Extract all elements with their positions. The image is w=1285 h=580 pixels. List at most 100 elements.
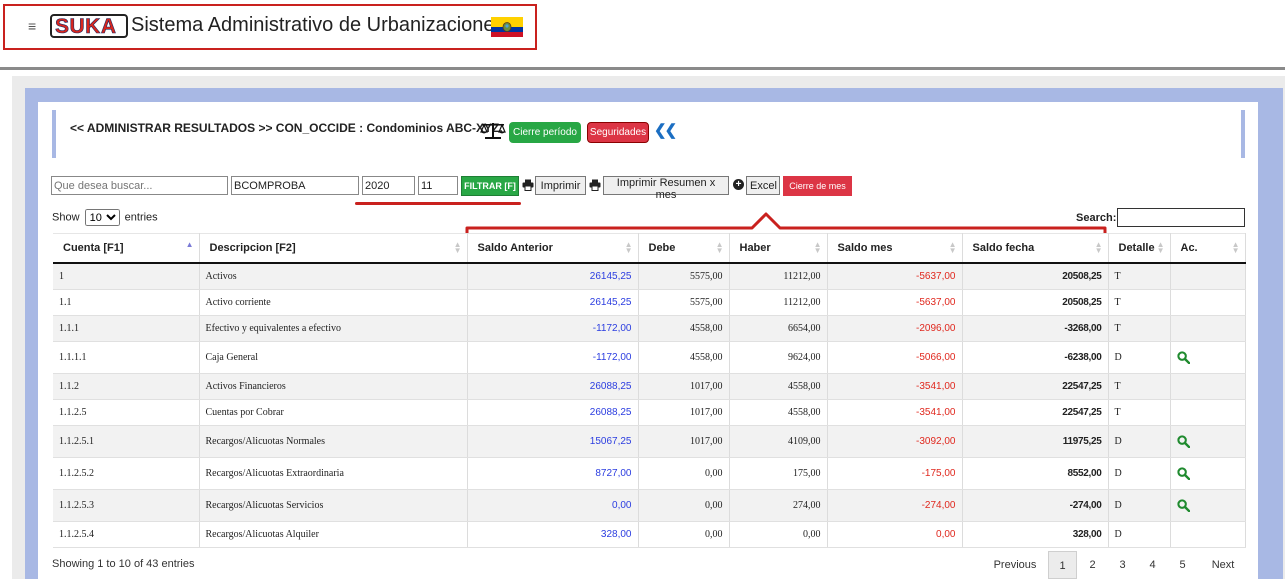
column-header[interactable]: Saldo Anterior ▲ ▼: [467, 233, 639, 264]
table-row[interactable]: 1.1.2 Activos Financieros 26088,25 1017,00 4…: [53, 373, 1246, 400]
table-name-field[interactable]: [231, 176, 359, 195]
cell-saldo-mes: -3541,00: [827, 399, 963, 426]
column-header[interactable]: Detalle ▲ ▼: [1108, 233, 1171, 264]
cell-haber: 9624,00: [729, 341, 828, 374]
cell-descripcion: Caja General: [199, 341, 468, 374]
cell-saldo-anterior: 26088,25: [467, 373, 639, 400]
search-icon[interactable]: [1176, 466, 1190, 480]
pagination-page[interactable]: 1: [1048, 551, 1077, 579]
balance-scale-icon[interactable]: [480, 120, 506, 140]
cell-action: [1170, 373, 1246, 400]
cell-saldo-fecha: 11975,25: [962, 425, 1109, 458]
column-header[interactable]: Descripcion [F2] ▲ ▼: [199, 233, 468, 264]
pagination-page[interactable]: 5: [1168, 551, 1197, 579]
cell-haber: 274,00: [729, 489, 828, 522]
cell-descripcion: Activos: [199, 263, 468, 290]
cierre-periodo-button[interactable]: Cierre período: [509, 122, 581, 143]
cell-saldo-anterior: -1172,00: [467, 341, 639, 374]
cell-haber: 4109,00: [729, 425, 828, 458]
print-button[interactable]: Imprimir: [535, 176, 586, 195]
table-row[interactable]: 1.1.1.1 Caja General -1172,00 4558,00 9624,0…: [53, 341, 1246, 374]
entries-select[interactable]: 10: [84, 209, 120, 226]
ecuador-flag-icon: [491, 17, 523, 37]
app-title: Sistema Administrativo de Urbanizaciones: [131, 14, 505, 36]
search-icon[interactable]: [1176, 434, 1190, 448]
cell-cuenta: 1.1.1: [53, 315, 200, 342]
table-row[interactable]: 1.1.2.5.4 Recargos/Alicuotas Alquiler 328,…: [53, 521, 1246, 548]
seguridades-button[interactable]: Seguridades: [587, 122, 649, 143]
pagination-page[interactable]: 2: [1078, 551, 1107, 579]
filter-button[interactable]: FILTRAR [F]: [461, 176, 519, 196]
table-search-input[interactable]: [1117, 208, 1245, 227]
column-header-label: Detalle: [1118, 242, 1155, 254]
print-summary-icon: [589, 179, 601, 191]
cell-cuenta: 1.1.2.5.2: [53, 457, 200, 490]
table-row[interactable]: 1.1 Activo corriente 26145,25 5575,00 11212,…: [53, 289, 1246, 316]
cell-saldo-anterior: 15067,25: [467, 425, 639, 458]
sort-icon: ▲ ▼: [453, 240, 462, 255]
cell-action: [1170, 341, 1246, 374]
pagination-page[interactable]: 3: [1108, 551, 1137, 579]
cell-detalle: D: [1108, 489, 1171, 522]
print-summary-button[interactable]: Imprimir Resumen x mes: [603, 176, 729, 201]
table-row[interactable]: 1.1.1 Efectivo y equivalentes a efectivo -…: [53, 315, 1246, 342]
table-row[interactable]: 1.1.2.5 Cuentas por Cobrar 26088,25 1017,00…: [53, 399, 1246, 426]
cell-detalle: D: [1108, 341, 1171, 374]
column-header[interactable]: Cuenta [F1] ▲: [53, 233, 200, 264]
sort-icon: ▲ ▼: [715, 240, 724, 255]
column-header[interactable]: Saldo mes ▲ ▼: [827, 233, 963, 264]
column-header[interactable]: Haber ▲ ▼: [729, 233, 828, 264]
cell-saldo-mes: -274,00: [827, 489, 963, 522]
search-icon[interactable]: [1176, 350, 1190, 364]
cell-cuenta: 1.1.1.1: [53, 341, 200, 374]
suka-logo[interactable]: SUKA: [50, 14, 128, 38]
search-input[interactable]: [51, 176, 228, 195]
close-month-button[interactable]: Cierre de mes: [783, 176, 852, 196]
table-row[interactable]: 1.1.2.5.3 Recargos/Alicuotas Servicios 0,0…: [53, 489, 1246, 522]
search-icon[interactable]: [1176, 498, 1190, 512]
double-chevron-left-icon[interactable]: ❮❮: [654, 121, 677, 139]
top-navbar: ≡ SUKA Sistema Administrativo de Urbaniz…: [0, 0, 1285, 68]
table-row[interactable]: 1 Activos 26145,25 5575,00 11212,00 -5637,00 2…: [53, 263, 1246, 290]
cell-descripcion: Recargos/Alicuotas Normales: [199, 425, 468, 458]
cell-saldo-mes: -5637,00: [827, 289, 963, 316]
cell-descripcion: Recargos/Alicuotas Servicios: [199, 489, 468, 522]
column-header[interactable]: Debe ▲ ▼: [638, 233, 730, 264]
pagination-page[interactable]: 4: [1138, 551, 1167, 579]
hamburger-icon[interactable]: ≡: [28, 18, 36, 34]
print-icon: [522, 179, 534, 191]
column-header[interactable]: Saldo fecha ▲ ▼: [962, 233, 1109, 264]
cell-saldo-mes: -175,00: [827, 457, 963, 490]
cell-action: [1170, 263, 1246, 290]
table-row[interactable]: 1.1.2.5.1 Recargos/Alicuotas Normales 1506…: [53, 425, 1246, 458]
cell-cuenta: 1.1.2.5.1: [53, 425, 200, 458]
table-row[interactable]: 1.1.2.5.2 Recargos/Alicuotas Extraordinar…: [53, 457, 1246, 490]
table-body: 1 Activos 26145,25 5575,00 11212,00 -5637,00 2…: [53, 263, 1246, 548]
cell-debe: 1017,00: [638, 425, 730, 458]
cell-detalle: T: [1108, 373, 1171, 400]
cell-saldo-fecha: 22547,25: [962, 399, 1109, 426]
cell-action: [1170, 457, 1246, 490]
cell-detalle: T: [1108, 399, 1171, 426]
header-separator: [0, 67, 1285, 70]
month-field[interactable]: [418, 176, 458, 195]
pagination-previous[interactable]: Previous: [990, 551, 1040, 579]
cell-saldo-anterior: 0,00: [467, 489, 639, 522]
cell-saldo-mes: -5066,00: [827, 341, 963, 374]
pagination-next[interactable]: Next: [1203, 551, 1243, 579]
cell-saldo-fecha: 20508,25: [962, 263, 1109, 290]
cell-detalle: D: [1108, 521, 1171, 548]
excel-button[interactable]: Excel: [746, 176, 780, 195]
cell-action: [1170, 425, 1246, 458]
cell-cuenta: 1.1.2.5.3: [53, 489, 200, 522]
table-search-label: Search:: [1076, 212, 1117, 224]
cell-detalle: T: [1108, 263, 1171, 290]
table-info: Showing 1 to 10 of 43 entries: [52, 558, 195, 570]
column-header-label: Debe: [648, 242, 676, 254]
column-header[interactable]: Ac. ▲ ▼: [1170, 233, 1246, 264]
year-field[interactable]: [362, 176, 415, 195]
cell-cuenta: 1.1.2: [53, 373, 200, 400]
cell-detalle: T: [1108, 315, 1171, 342]
column-header-label: Descripcion [F2]: [209, 242, 296, 254]
cell-haber: 4558,00: [729, 399, 828, 426]
